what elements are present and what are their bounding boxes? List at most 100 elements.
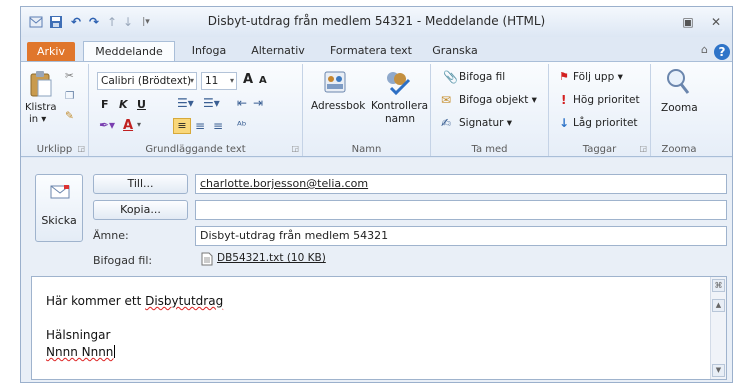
restore-icon[interactable]: ▣ [678,13,698,31]
attachment-area: DB54321.txt (10 KB) [195,250,727,270]
signature-button[interactable]: Signatur ▾ [459,117,512,129]
underline-button[interactable]: U [137,98,146,111]
group-zoom: Zooma Zooma [651,64,707,156]
basic-text-launcher-icon[interactable]: ◲ [291,144,299,153]
chevron-down-icon[interactable]: ▾ [137,120,141,129]
tab-message[interactable]: Meddelande [83,41,175,61]
attach-file-button[interactable]: Bifoga fil [459,71,505,83]
grow-font-button[interactable]: A [243,72,253,87]
ribbon-tabs: Arkiv Meddelande Infoga Alternativ Forma… [21,37,732,61]
follow-up-flag-icon: ⚑ [559,70,569,83]
to-button[interactable]: Till... [93,174,188,194]
document-icon [201,252,213,269]
align-left-icon[interactable]: ≡ [173,118,191,134]
send-label: Skicka [41,214,77,227]
help-icon[interactable]: ? [714,44,730,60]
message-body[interactable]: Här kommer ett Disbytutdrag Hälsningar N… [31,276,727,380]
attachment-file[interactable]: DB54321.txt (10 KB) [217,252,326,264]
signature-name: Nnnn Nnnn [46,345,114,359]
attached-label: Bifogad fil: [93,254,153,267]
signature-icon: ✍ [441,116,452,130]
to-field[interactable]: charlotte.borjesson@telia.com [195,174,727,194]
low-priority-button[interactable]: Låg prioritet [573,117,638,129]
paste-dropdown[interactable]: in ▾ [29,114,46,125]
scroll-down-button[interactable]: ▼ [712,364,725,377]
scroll-options-icon[interactable]: ⌘ [712,279,725,292]
format-painter-icon[interactable]: ✎ [65,110,74,122]
close-icon[interactable]: ✕ [706,13,726,31]
check-names-icon[interactable] [383,68,411,99]
paste-label[interactable]: Klistra [25,102,56,113]
subject-field[interactable]: Disbyt-utdrag från medlem 54321 [195,226,727,246]
paperclip-icon: 📎 [443,70,458,84]
misspelled-word: Disbytutdrag [145,294,224,308]
decrease-indent-icon[interactable]: ⇤ [237,96,247,110]
scroll-up-button[interactable]: ▲ [712,299,725,312]
group-names: Adressbok Kontrollera namn Namn [303,64,431,156]
attach-item-button[interactable]: Bifoga objekt ▾ [459,94,537,106]
styles-icon[interactable]: ᴬᵇ [237,119,246,132]
body-scrollbar[interactable]: ⌘ ▲ ▼ [710,277,726,379]
font-name-select[interactable]: Calibri (Brödtext) ▾ [97,72,197,90]
zoom-button[interactable]: Zooma [661,102,698,114]
tab-file[interactable]: Arkiv [27,42,75,61]
body-blank-line [46,310,223,327]
chevron-down-icon: ▾ [189,76,194,85]
tab-options[interactable]: Alternativ [243,41,313,61]
message-window: ↶ ↷ ↑ ↓ |▾ Disbyt-utdrag från medlem 543… [20,6,733,383]
font-name-value: Calibri (Brödtext) [101,75,192,87]
address-book-label[interactable]: Adressbok [311,100,365,112]
increase-indent-icon[interactable]: ⇥ [253,96,263,110]
send-button[interactable]: Skicka [35,174,83,242]
font-color-button[interactable]: A [123,118,133,133]
group-label-basic-text: Grundläggande text [145,144,246,155]
align-right-icon[interactable]: ≡ [213,119,223,133]
group-tags: ⚑ Följ upp ▾ ! Hög prioritet ↓ Låg prior… [549,64,651,156]
tags-launcher-icon[interactable]: ◲ [639,144,647,153]
text-caret [114,345,116,358]
tab-insert[interactable]: Infoga [181,41,237,61]
ribbon: Klistra in ▾ ✂ ❐ ✎ Urklipp ◲ Calibri (Br… [21,61,732,157]
font-size-value: 11 [205,75,219,87]
tab-format-text[interactable]: Formatera text [321,41,421,61]
check-names-label-2[interactable]: namn [385,113,415,125]
group-include: 📎 Bifoga fil ✉ Bifoga objekt ▾ ✍ Signatu… [431,64,549,156]
minimize-ribbon-icon[interactable]: ⌂ [701,43,708,56]
window-title: Disbyt-utdrag från medlem 54321 - Meddel… [207,14,546,28]
highlight-icon[interactable]: ✒▾ [99,118,115,132]
check-names-label[interactable]: Kontrollera [371,100,428,112]
paste-icon[interactable] [29,70,53,101]
shrink-font-button[interactable]: A [259,75,267,86]
group-label-include: Ta med [471,144,508,155]
chevron-down-icon: ▾ [229,76,234,85]
cc-button[interactable]: Kopia... [93,200,188,220]
cut-icon[interactable]: ✂ [65,70,74,82]
subject-label: Ämne: [93,229,129,242]
low-priority-icon: ↓ [559,116,570,130]
copy-icon[interactable]: ❐ [65,90,74,102]
follow-up-button[interactable]: Följ upp ▾ [573,71,623,83]
group-label-tags: Taggar [582,144,617,155]
numbering-icon[interactable]: ☰▾ [203,96,220,110]
font-size-select[interactable]: 11 ▾ [201,72,237,90]
body-line-3: Hälsningar [46,328,111,342]
title-bar: ↶ ↷ ↑ ↓ |▾ Disbyt-utdrag från medlem 543… [21,7,732,37]
bullets-icon[interactable]: ☰▾ [177,96,194,110]
clipboard-launcher-icon[interactable]: ◲ [77,144,85,153]
high-priority-icon: ! [561,93,567,107]
tab-review[interactable]: Granska [425,41,485,61]
address-book-icon[interactable] [323,70,347,97]
italic-button[interactable]: K [119,98,128,111]
zoom-icon[interactable] [665,68,691,99]
message-body-text[interactable]: Här kommer ett Disbytutdrag Hälsningar N… [46,293,223,361]
group-label-zoom: Zooma [661,144,697,155]
body-line-1: Här kommer ett Disbytutdrag [46,293,223,310]
align-center-icon[interactable]: ≡ [195,119,205,133]
attach-item-icon: ✉ [441,93,452,107]
cc-field[interactable] [195,200,727,220]
send-envelope-icon [50,185,70,202]
to-recipient[interactable]: charlotte.borjesson@telia.com [200,177,368,190]
body-line-1-prefix: Här kommer ett [46,294,146,308]
high-priority-button[interactable]: Hög prioritet [573,94,640,106]
bold-button[interactable]: F [101,98,109,111]
